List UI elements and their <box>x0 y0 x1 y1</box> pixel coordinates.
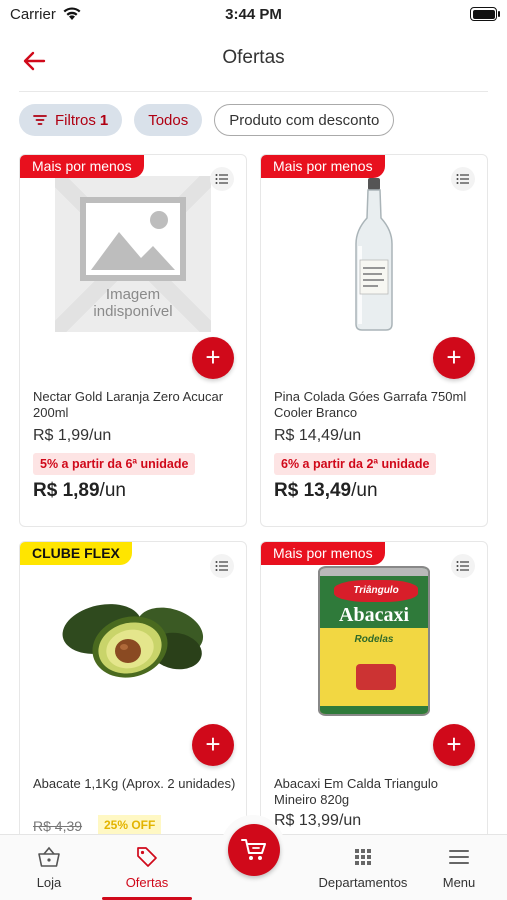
image-unavailable-line1: Imagem <box>105 286 161 303</box>
product-image <box>261 169 487 339</box>
status-bar: Carrier 3:44 PM <box>0 0 507 30</box>
product-price: R$ 13,99/un <box>274 812 362 829</box>
list-icon <box>456 174 469 184</box>
final-price-unit: /un <box>351 480 378 501</box>
promo-badge: Mais por menos <box>20 155 144 178</box>
old-price: R$ 4,39 <box>33 818 83 834</box>
add-to-cart-button[interactable]: + <box>433 724 475 766</box>
list-icon <box>456 561 469 571</box>
nav-menu[interactable]: Menu <box>438 845 480 890</box>
can-brand: Triângulo <box>334 580 418 602</box>
add-to-list-button[interactable] <box>210 554 234 578</box>
nav-ofertas-label: Ofertas <box>125 875 169 890</box>
product-image: Triângulo Abacaxi Rodelas <box>261 556 487 726</box>
page-header: Ofertas <box>0 36 507 84</box>
add-to-cart-button[interactable]: + <box>192 724 234 766</box>
filters-label: Filtros <box>55 111 96 129</box>
grid-icon <box>355 849 371 865</box>
nav-departamentos[interactable]: Departamentos <box>318 845 408 890</box>
image-unavailable-line2: indisponível <box>93 303 173 320</box>
hamburger-icon <box>449 850 469 864</box>
add-to-list-button[interactable] <box>451 167 475 191</box>
clube-flex-badge: CLUBE FLEX <box>20 542 132 565</box>
nav-loja[interactable]: Loja <box>24 845 74 890</box>
basket-icon <box>38 846 60 867</box>
plus-icon: + <box>205 729 221 759</box>
plus-icon: + <box>205 342 221 372</box>
promo-badge: Mais por menos <box>261 155 385 178</box>
add-to-cart-button[interactable]: + <box>433 337 475 379</box>
promo-text: 6% a partir da 2ª unidade <box>274 453 437 475</box>
can-image: Triângulo Abacaxi Rodelas <box>318 566 430 716</box>
can-subtitle: Rodelas <box>354 634 394 645</box>
final-price-unit: /un <box>99 480 126 501</box>
filter-chip-desconto-label: Produto com desconto <box>229 111 380 129</box>
product-name: Abacate 1,1Kg (Aprox. 2 unidades) <box>33 776 236 791</box>
clock: 3:44 PM <box>225 6 282 23</box>
promo-text: 5% a partir da 6ª unidade <box>33 453 196 475</box>
product-card[interactable]: CLUBE FLEX + Abacate 1,1Kg (Aprox. 2 uni… <box>19 541 247 841</box>
promo-badge: Mais por menos <box>261 542 385 565</box>
nav-loja-label: Loja <box>36 875 62 890</box>
list-icon <box>215 174 228 184</box>
add-to-list-button[interactable] <box>451 554 475 578</box>
filter-chips: Filtros 1 Todos Produto com desconto <box>19 104 395 136</box>
product-card[interactable]: Triângulo Abacaxi Rodelas Mais por menos… <box>260 541 488 841</box>
product-image: Imagem indisponível <box>20 169 246 339</box>
nav-menu-label: Menu <box>442 875 476 890</box>
add-to-list-button[interactable] <box>210 167 234 191</box>
cart-icon <box>241 839 266 860</box>
product-image <box>20 556 246 726</box>
final-price-value: R$ 13,49 <box>274 480 352 501</box>
plus-icon: + <box>446 342 462 372</box>
product-name: Nectar Gold Laranja Zero Acucar 200ml <box>33 389 224 420</box>
list-icon <box>215 561 228 571</box>
bottle-image <box>355 178 393 331</box>
page-title: Ofertas <box>222 47 285 68</box>
header-divider <box>19 91 488 92</box>
filter-icon <box>33 115 47 125</box>
nav-ofertas[interactable]: Ofertas <box>112 845 182 890</box>
filter-chip-todos[interactable]: Todos <box>134 104 203 136</box>
plus-icon: + <box>446 729 462 759</box>
battery-icon <box>470 7 500 21</box>
discount-tag: 25% OFF <box>98 815 162 836</box>
filters-count: 1 <box>99 111 109 129</box>
product-price: R$ 14,49/un <box>274 427 362 444</box>
filter-chip-desconto[interactable]: Produto com desconto <box>214 104 395 136</box>
product-card[interactable]: Mais por menos + Pina Colada Góes Garraf… <box>260 154 488 527</box>
avocado-image <box>62 604 204 678</box>
can-title: Abacaxi <box>339 604 409 626</box>
add-to-cart-button[interactable]: + <box>192 337 234 379</box>
final-price-value: R$ 1,89 <box>33 480 100 501</box>
filters-button[interactable]: Filtros 1 <box>19 104 123 136</box>
cart-button[interactable] <box>228 824 280 876</box>
product-name: Abacaxi Em Calda Triangulo Mineiro 820g <box>274 776 439 807</box>
final-price: R$ 1,89/un <box>33 480 126 502</box>
product-price: R$ 1,99/un <box>33 427 112 444</box>
nav-departamentos-label: Departamentos <box>318 875 408 890</box>
final-price: R$ 13,49/un <box>274 480 378 502</box>
product-card[interactable]: Imagem indisponível Mais por menos + Nec… <box>19 154 247 527</box>
filter-chip-todos-label: Todos <box>148 111 189 129</box>
product-name: Pina Colada Góes Garrafa 750ml Cooler Br… <box>274 389 467 420</box>
tag-icon <box>137 847 157 867</box>
